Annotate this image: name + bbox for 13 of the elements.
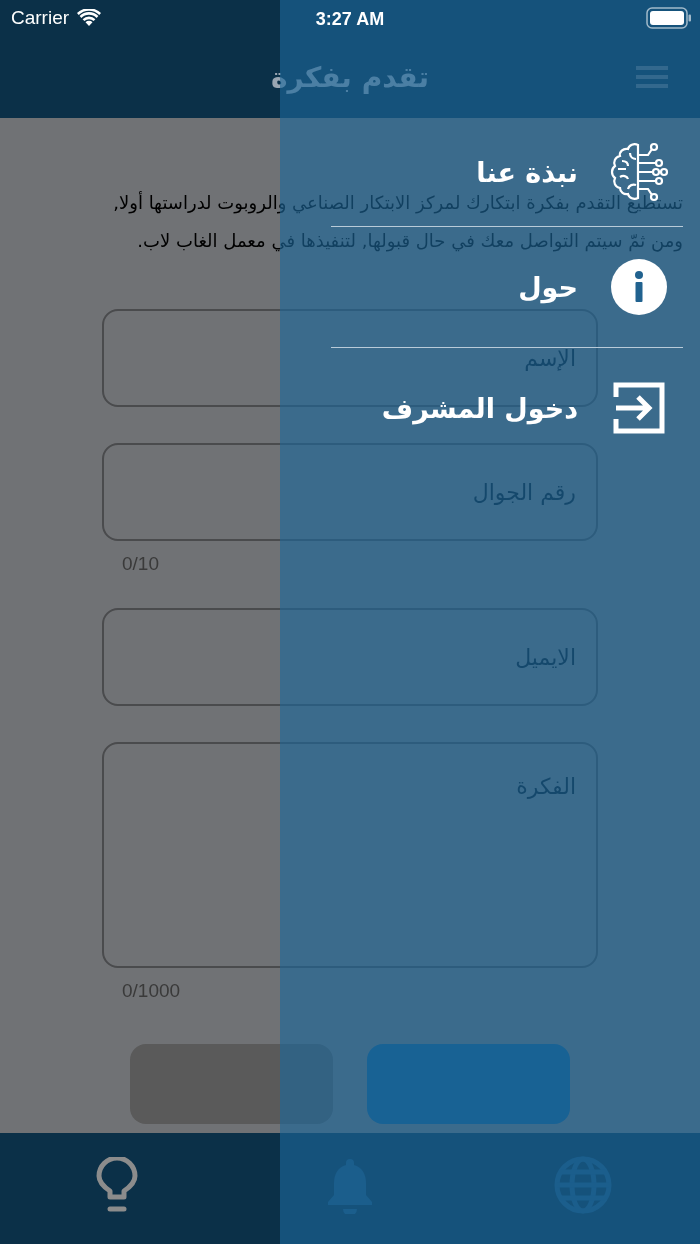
carrier-label: Carrier: [11, 7, 70, 29]
clock-time: 3:27 AM: [315, 9, 385, 29]
login-icon: [612, 381, 666, 435]
lightbulb-icon[interactable]: [95, 1156, 138, 1213]
character-counter: 0/10: [122, 553, 160, 576]
send-button[interactable]: [367, 1044, 570, 1124]
menu-icon[interactable]: [636, 66, 668, 88]
wifi-icon: [77, 9, 102, 27]
cancel-button[interactable]: [130, 1044, 333, 1124]
battery-icon: [646, 7, 692, 29]
info-icon: [610, 258, 668, 316]
menu-item[interactable]: نبذة عنا: [476, 141, 670, 203]
character-counter: 0/1000: [122, 980, 182, 1003]
